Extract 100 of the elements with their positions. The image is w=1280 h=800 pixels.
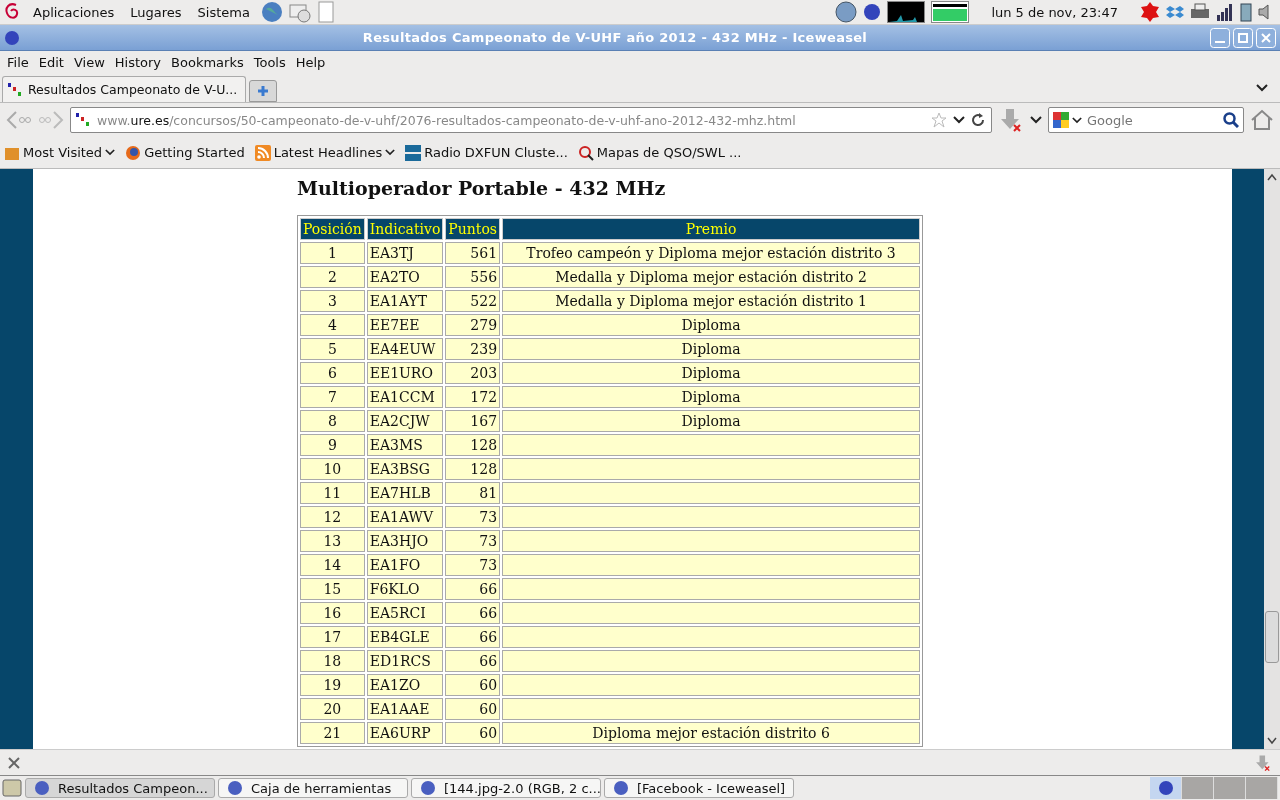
clock[interactable]: lun 5 de nov, 23:47 [991, 4, 1118, 20]
close-icon[interactable] [8, 756, 20, 769]
menu-item[interactable]: Tools [248, 54, 291, 70]
app-icon [227, 780, 243, 796]
search-icon[interactable] [1223, 112, 1239, 128]
taskbar-button[interactable]: [144.jpg-2.0 (RGB, 2 c... [411, 778, 601, 798]
table-cell: 66 [445, 578, 501, 600]
search-input[interactable]: Google [1085, 111, 1220, 129]
taskbar-button[interactable]: Resultados Campeon... [25, 778, 215, 798]
table-cell: Diploma [502, 338, 921, 360]
panel-menu[interactable]: Sistema [192, 4, 255, 20]
panel-menu[interactable]: Aplicaciones [28, 4, 120, 20]
table-cell: 203 [445, 362, 501, 384]
browser-icon[interactable] [863, 3, 882, 21]
column-header: Puntos [445, 218, 501, 240]
chevron-down-icon[interactable] [953, 116, 965, 124]
minimize-icon[interactable] [1210, 27, 1230, 48]
address-bar[interactable]: www.ure.es/concursos/50-campeonato-de-v-uhf/2076-resultados-campeonato-de-v-uhf-ano-2012-432-mhz.html [70, 107, 992, 133]
menu-item[interactable]: History [109, 54, 167, 70]
download-arrow-icon[interactable] [998, 107, 1024, 133]
table-cell: EA3MS [366, 434, 444, 456]
bookmark-item[interactable]: Latest Headlines [254, 144, 396, 161]
table-cell: 66 [445, 626, 501, 648]
battery-icon[interactable] [1240, 2, 1252, 22]
search-field[interactable]: Google [1048, 107, 1244, 133]
chevron-down-icon [385, 149, 396, 156]
table-cell: 17 [300, 626, 365, 648]
taskbar-button[interactable]: [Facebook - Iceweasel] [604, 778, 794, 798]
maximize-icon[interactable] [1233, 27, 1253, 48]
scrollbar-thumb[interactable] [1265, 611, 1279, 663]
table-cell: 60 [445, 674, 501, 696]
url-text: www.ure.es/concursos/50-campeonato-de-v-uhf/2076-resultados-campeonato-de-v-uhf-ano-2012-432-mhz.html [97, 112, 797, 128]
scroll-up-icon[interactable] [1267, 173, 1277, 181]
grid-logo-icon [405, 144, 422, 161]
table-cell: 60 [445, 698, 501, 720]
bookmark-item[interactable]: Radio DXFUN Cluste... [405, 144, 568, 161]
table-cell: 73 [445, 506, 501, 528]
menu-item[interactable]: Edit [33, 54, 69, 70]
column-header: Premio [502, 218, 921, 240]
bookmark-item[interactable]: Getting Started [125, 144, 245, 161]
table-cell: EA2TO [366, 266, 444, 288]
table-cell: EA1AYT [366, 290, 444, 312]
table-cell: 6 [300, 362, 365, 384]
table-cell: 73 [445, 530, 501, 552]
table-cell: 4 [300, 314, 365, 336]
table-cell: 8 [300, 410, 365, 432]
table-cell: Medalla y Diploma mejor estación distrito 2 [502, 266, 921, 288]
table-cell: 81 [445, 482, 501, 504]
plus-icon [257, 85, 270, 97]
table-cell: 10 [300, 458, 365, 480]
table-cell: 128 [445, 434, 501, 456]
table-cell: EA7HLB [366, 482, 444, 504]
bookmark-item[interactable]: Most Visited [4, 144, 116, 161]
table-cell: EA1ZO [366, 674, 444, 696]
table-cell: 5 [300, 338, 365, 360]
table-cell: 7 [300, 386, 365, 408]
bookmark-item[interactable]: Mapas de QSO/SWL ... [577, 144, 742, 161]
menu-item[interactable]: Bookmarks [166, 54, 249, 70]
chevron-down-icon[interactable] [1072, 116, 1082, 124]
table-cell: EA5RCI [366, 602, 444, 624]
table-cell: EA4EUW [366, 338, 444, 360]
table-cell: 16 [300, 602, 365, 624]
alert-icon[interactable] [1140, 2, 1160, 22]
printer-icon[interactable] [1190, 3, 1210, 21]
column-header: Posición [300, 218, 365, 240]
table-cell: 20 [300, 698, 365, 720]
table-cell: EE7EE [366, 314, 444, 336]
download-arrow-icon[interactable] [1254, 753, 1272, 772]
chevron-down-icon[interactable] [1030, 116, 1042, 124]
show-desktop-icon[interactable] [2, 778, 22, 798]
vertical-scrollbar[interactable] [1264, 169, 1280, 749]
table-cell: EA2CJW [366, 410, 444, 432]
rss-feed-icon [254, 144, 271, 161]
new-tab-button[interactable] [249, 80, 278, 102]
menu-item[interactable]: View [68, 54, 110, 70]
table-cell: 14 [300, 554, 365, 576]
cpu-monitor-icon [887, 1, 926, 23]
mail-clock-icon[interactable] [288, 1, 311, 23]
chevron-down-icon[interactable] [1256, 83, 1268, 92]
workspace-switcher[interactable] [1150, 777, 1278, 799]
scroll-down-icon[interactable] [1267, 737, 1277, 745]
table-cell: EA3HJO [366, 530, 444, 552]
table-cell: Diploma mejor estación distrito 6 [502, 722, 921, 744]
panel-menu[interactable]: Lugares [125, 4, 187, 20]
home-icon[interactable] [1250, 109, 1274, 131]
star-icon[interactable] [931, 112, 947, 128]
dropbox-icon[interactable] [1166, 3, 1184, 21]
table-cell: 66 [445, 650, 501, 672]
table-cell: Diploma [502, 362, 921, 384]
taskbar-button[interactable]: Caja de herramientas [218, 778, 408, 798]
table-cell: 239 [445, 338, 501, 360]
table-cell: EA1FO [366, 554, 444, 576]
signal-bars-icon[interactable] [1216, 3, 1234, 21]
column-header: Indicativo [366, 218, 444, 240]
menu-item[interactable]: Help [290, 54, 331, 70]
browser-tab[interactable]: Resultados Campeonato de V-U... [2, 76, 247, 102]
menu-item[interactable]: File [2, 54, 34, 70]
browser-icon [1157, 780, 1174, 796]
table-cell: 167 [445, 410, 501, 432]
reload-icon[interactable] [971, 113, 985, 127]
